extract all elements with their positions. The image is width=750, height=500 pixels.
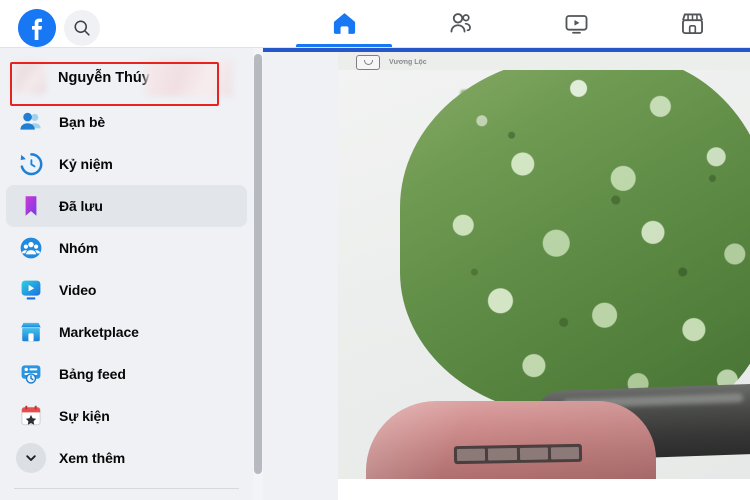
sidebar-item-marketplace[interactable]: Marketplace: [6, 311, 247, 353]
sidebar-item-groups[interactable]: Nhóm: [6, 227, 247, 269]
sidebar-item-saved[interactable]: Đã lưu: [6, 185, 247, 227]
storefront-icon: [16, 317, 46, 347]
photo-car-hood-shading: [366, 401, 656, 479]
photo-car-hood: [366, 401, 656, 479]
search-button[interactable]: [64, 10, 100, 46]
main-nav-tabs: [286, 0, 750, 47]
sidebar-menu-list: Bạn bè Kỷ niệm Đã lưu Nhóm Video Marketp…: [0, 101, 253, 479]
facebook-logo-icon[interactable]: [18, 9, 56, 47]
video-play-icon: [16, 275, 46, 305]
tab-home[interactable]: [286, 0, 402, 47]
video-camera-icon: [356, 54, 380, 70]
tab-friends[interactable]: [402, 0, 518, 47]
facebook-screen: Nguyễn Thúy Bạn bè Kỷ niệm Đã lưu Nhóm V…: [0, 0, 750, 500]
content-gap-column: [263, 48, 338, 500]
sidebar-item-label: Sự kiện: [59, 408, 110, 424]
sidebar-item-profile[interactable]: Nguyễn Thúy: [6, 56, 247, 100]
sidebar-item-memories[interactable]: Kỷ niệm: [6, 143, 247, 185]
sidebar-item-label: Bảng feed: [59, 366, 126, 382]
video-icon: [565, 15, 587, 34]
chevron-down-icon-wrapper: [16, 443, 46, 473]
sidebar-item-label: Bạn bè: [59, 114, 106, 130]
profile-name: Nguyễn Thúy: [58, 70, 150, 86]
sidebar-item-label: Marketplace: [59, 324, 139, 340]
tab-marketplace[interactable]: [634, 0, 750, 47]
clock-history-icon: [16, 149, 46, 179]
sidebar-item-video[interactable]: Video: [6, 269, 247, 311]
sidebar-item-label: Đã lưu: [59, 198, 103, 214]
accent-strip-top: [338, 48, 750, 52]
marketplace-icon: [681, 13, 703, 35]
sidebar-item-label: Nhóm: [59, 240, 99, 256]
bookmark-icon: [16, 191, 46, 221]
search-icon: [74, 20, 90, 36]
sidebar-item-friends[interactable]: Bạn bè: [6, 101, 247, 143]
profile-avatar-blurred: [14, 62, 46, 94]
sidebar-scrollbar-thumb[interactable]: [254, 54, 262, 474]
post-photo[interactable]: [338, 70, 750, 479]
sidebar-item-label: Kỷ niệm: [59, 156, 113, 172]
friends-icon: [450, 13, 471, 33]
friends-icon: [16, 107, 46, 137]
accent-strip-left: [263, 48, 338, 52]
photo-car-vent: [453, 443, 583, 465]
chevron-down-icon: [16, 443, 46, 473]
left-sidebar: Nguyễn Thúy Bạn bè Kỷ niệm Đã lưu Nhóm V…: [0, 48, 253, 500]
post-author-name: Vương Lộc: [389, 58, 427, 66]
photo-foliage: [400, 70, 750, 416]
sidebar-item-label: Xem thêm: [59, 450, 126, 466]
sidebar-item-events[interactable]: Sự kiện: [6, 395, 247, 437]
tab-active-underline: [296, 44, 392, 47]
sidebar-item-see-more[interactable]: Xem thêm: [6, 437, 247, 479]
home-icon: [333, 13, 355, 34]
profile-name-blur-overlay: [146, 60, 232, 96]
sidebar-divider: [14, 488, 239, 489]
calendar-star-icon: [16, 401, 46, 431]
feeds-icon: [16, 359, 46, 389]
main-content-area: Vương Lộc: [338, 48, 750, 500]
top-header-bar: [0, 0, 750, 48]
content-bottom-strip: [338, 479, 750, 500]
sidebar-item-label: Video: [59, 282, 97, 298]
tab-video[interactable]: [518, 0, 634, 47]
post-mini-header[interactable]: Vương Lộc: [356, 53, 427, 71]
sidebar-item-feeds[interactable]: Bảng feed: [6, 353, 247, 395]
groups-icon: [16, 233, 46, 263]
